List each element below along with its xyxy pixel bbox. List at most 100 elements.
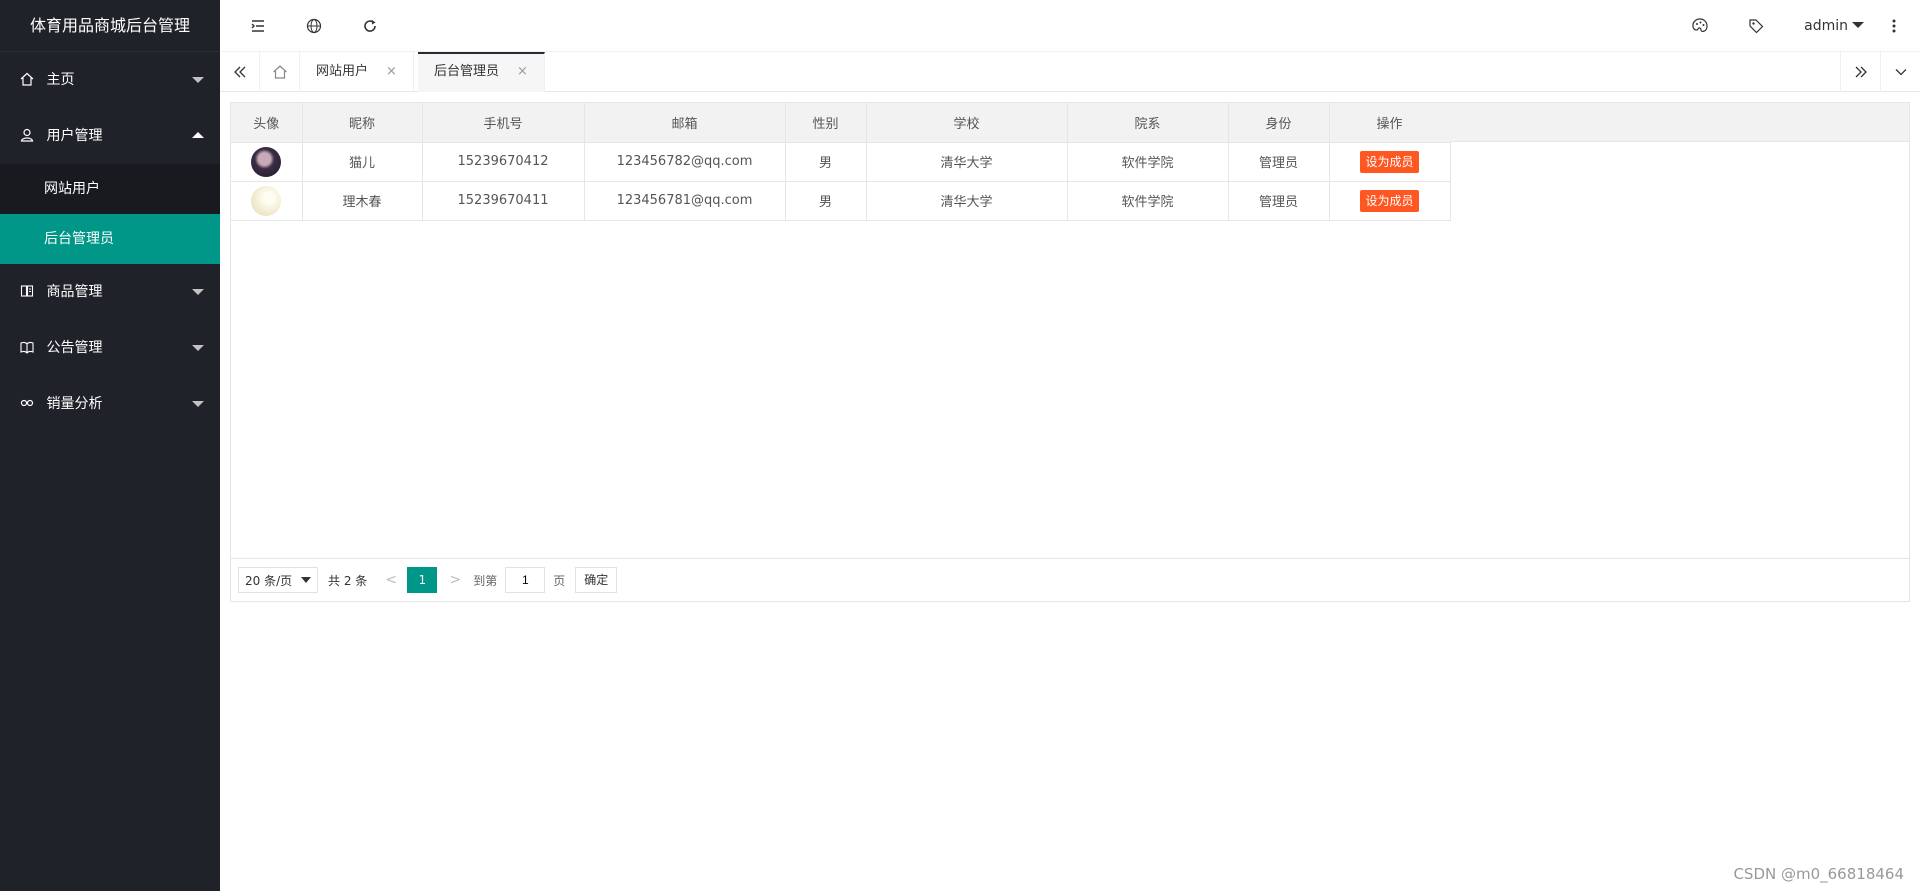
home-icon [272, 65, 287, 79]
page-size-value: 20 条/页 [245, 573, 293, 588]
sidebar-submenu: 网站用户 后台管理员 [0, 164, 220, 264]
col-phone[interactable]: 手机号 [422, 103, 585, 143]
home-icon [20, 72, 34, 86]
chevron-down-icon [192, 289, 204, 295]
gender-cell: 男 [785, 181, 867, 221]
col-nickname[interactable]: 昵称 [302, 103, 423, 143]
col-action[interactable]: 操作 [1329, 103, 1451, 143]
refresh-button[interactable] [348, 0, 392, 52]
col-gender[interactable]: 性别 [785, 103, 867, 143]
close-icon[interactable]: × [386, 64, 397, 79]
app-title: 体育用品商城后台管理 [0, 0, 220, 52]
next-page-button[interactable]: > [443, 572, 467, 588]
notice-icon [20, 341, 34, 354]
menu-toggle-icon [251, 20, 264, 32]
user-icon [20, 128, 34, 142]
sidebar-item-label: 公告管理 [46, 340, 103, 356]
website-button[interactable] [292, 0, 336, 52]
avatar-cell [231, 181, 303, 221]
sidebar-item-goods[interactable]: 商品管理 [0, 264, 220, 320]
nickname-cell: 理木春 [302, 181, 423, 221]
avatar [251, 185, 282, 216]
refresh-icon [364, 20, 376, 32]
sidebar: 体育用品商城后台管理 主页 用户管理 网站用户 后台管理员 商品管理 公告管理 [0, 0, 220, 891]
action-cell: 设为成员 [1329, 181, 1451, 221]
chevron-up-icon [192, 132, 204, 138]
email-cell: 123456782@qq.com [584, 142, 786, 182]
sidebar-item-label: 用户管理 [46, 128, 103, 144]
chevron-down-icon [192, 77, 204, 83]
avatar-cell [231, 142, 303, 182]
sidebar-item-label: 商品管理 [46, 284, 103, 300]
page-size-select[interactable]: 20 条/页 [238, 567, 318, 593]
page-number-current[interactable]: 1 [407, 567, 438, 593]
sidebar-item-notice[interactable]: 公告管理 [0, 320, 220, 376]
sidebar-item-sales-analysis[interactable]: 销量分析 [0, 376, 220, 432]
tab-label: 网站用户 [316, 64, 369, 79]
goto-page-input[interactable] [505, 567, 546, 593]
tab-admins[interactable]: 后台管理员 × [418, 52, 545, 92]
app-root: 体育用品商城后台管理 主页 用户管理 网站用户 后台管理员 商品管理 公告管理 [0, 0, 1920, 891]
globe-icon [306, 18, 322, 34]
admin-table: 头像 昵称 手机号 邮箱 性别 学校 院系 身份 操作 猫儿 152396704… [231, 103, 1451, 221]
col-avatar[interactable]: 头像 [231, 103, 303, 143]
tab-home[interactable] [260, 52, 300, 92]
goods-icon [20, 285, 34, 297]
goto-confirm-button[interactable]: 确定 [575, 567, 618, 593]
department-cell: 软件学院 [1067, 142, 1229, 182]
table-header-row: 头像 昵称 手机号 邮箱 性别 学校 院系 身份 操作 [231, 103, 1451, 143]
theme-icon [1692, 18, 1708, 33]
caret-down-icon [1852, 22, 1864, 28]
tab-bar: 网站用户 × 后台管理员 × [220, 52, 1920, 92]
sidebar-item-admins[interactable]: 后台管理员 [0, 214, 220, 264]
sidebar-item-user-management[interactable]: 用户管理 [0, 108, 220, 164]
action-cell: 设为成员 [1329, 142, 1451, 182]
col-department[interactable]: 院系 [1067, 103, 1229, 143]
watermark: CSDN @m0_66818464 [1733, 865, 1904, 883]
col-email[interactable]: 邮箱 [584, 103, 786, 143]
school-cell: 清华大学 [866, 142, 1068, 182]
email-cell: 123456781@qq.com [584, 181, 786, 221]
set-member-button[interactable]: 设为成员 [1360, 150, 1419, 173]
phone-cell: 15239670412 [422, 142, 585, 182]
department-cell: 软件学院 [1067, 181, 1229, 221]
goto-label: 到第 [473, 573, 498, 588]
tabs-scroll-left[interactable] [220, 52, 260, 92]
tag-button[interactable] [1734, 0, 1778, 52]
col-role[interactable]: 身份 [1228, 103, 1330, 143]
tag-icon [1749, 19, 1764, 34]
username: admin [1804, 18, 1848, 34]
col-school[interactable]: 学校 [866, 103, 1068, 143]
prev-page-button[interactable]: < [379, 572, 403, 588]
page-unit-label: 页 [553, 573, 566, 588]
close-icon[interactable]: × [517, 64, 528, 79]
double-chevron-left-icon [233, 66, 245, 78]
phone-cell: 15239670411 [422, 181, 585, 221]
analysis-icon [20, 399, 34, 407]
pagination: 20 条/页 共 2 条 < 1 > 到第 页 确定 [231, 558, 1909, 601]
role-cell: 管理员 [1228, 142, 1330, 182]
table-panel: 头像 昵称 手机号 邮箱 性别 学校 院系 身份 操作 猫儿 152396704… [230, 102, 1910, 602]
nickname-cell: 猫儿 [302, 142, 423, 182]
chevron-down-icon [301, 577, 311, 583]
more-button[interactable] [1880, 0, 1908, 52]
sidebar-item-website-users[interactable]: 网站用户 [0, 164, 220, 214]
gender-cell: 男 [785, 142, 867, 182]
user-menu[interactable]: admin [1804, 0, 1864, 52]
sidebar-item-label: 主页 [46, 72, 75, 88]
tab-website-users[interactable]: 网站用户 × [300, 52, 414, 92]
menu-toggle-button[interactable] [236, 0, 280, 52]
table-header-fill [1450, 103, 1909, 142]
top-header: admin [220, 0, 1920, 52]
sidebar-item-label: 销量分析 [46, 396, 103, 412]
tabs-dropdown[interactable] [1880, 52, 1920, 92]
set-member-button[interactable]: 设为成员 [1360, 189, 1419, 212]
total-count: 共 2 条 [328, 573, 368, 588]
tab-label: 后台管理员 [434, 64, 500, 79]
tabs-scroll-right[interactable] [1840, 52, 1880, 92]
theme-button[interactable] [1678, 0, 1722, 52]
double-chevron-right-icon [1855, 66, 1867, 78]
role-cell: 管理员 [1228, 181, 1330, 221]
table-row: 猫儿 15239670412 123456782@qq.com 男 清华大学 软… [231, 142, 1451, 182]
sidebar-item-home[interactable]: 主页 [0, 52, 220, 108]
